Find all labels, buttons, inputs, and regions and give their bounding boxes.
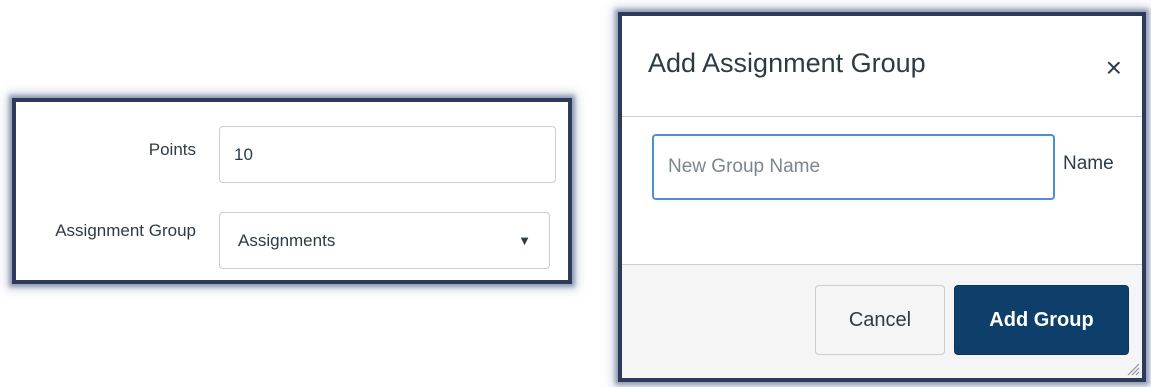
- points-input[interactable]: [219, 126, 556, 183]
- assignment-group-select[interactable]: Assignments ▼: [219, 212, 550, 269]
- assignment-form-panel: Points Assignment Group Assignments ▼: [12, 98, 572, 284]
- close-icon[interactable]: ×: [1106, 54, 1122, 82]
- chevron-down-icon: ▼: [518, 233, 531, 248]
- resize-handle-icon[interactable]: [1124, 360, 1140, 376]
- assignment-group-label: Assignment Group: [55, 221, 196, 240]
- add-group-button[interactable]: Add Group: [954, 285, 1129, 355]
- dialog-header: Add Assignment Group ×: [622, 16, 1142, 117]
- dialog-title: Add Assignment Group: [648, 48, 926, 78]
- group-name-label: Name: [1063, 153, 1114, 174]
- add-assignment-group-dialog: Add Assignment Group × Name Cancel Add G…: [618, 12, 1146, 382]
- group-name-input[interactable]: [652, 134, 1055, 200]
- dialog-footer: Cancel Add Group: [622, 264, 1142, 378]
- points-label: Points: [148, 140, 196, 159]
- assignment-group-selected-value: Assignments: [238, 230, 336, 250]
- cancel-button[interactable]: Cancel: [815, 285, 945, 355]
